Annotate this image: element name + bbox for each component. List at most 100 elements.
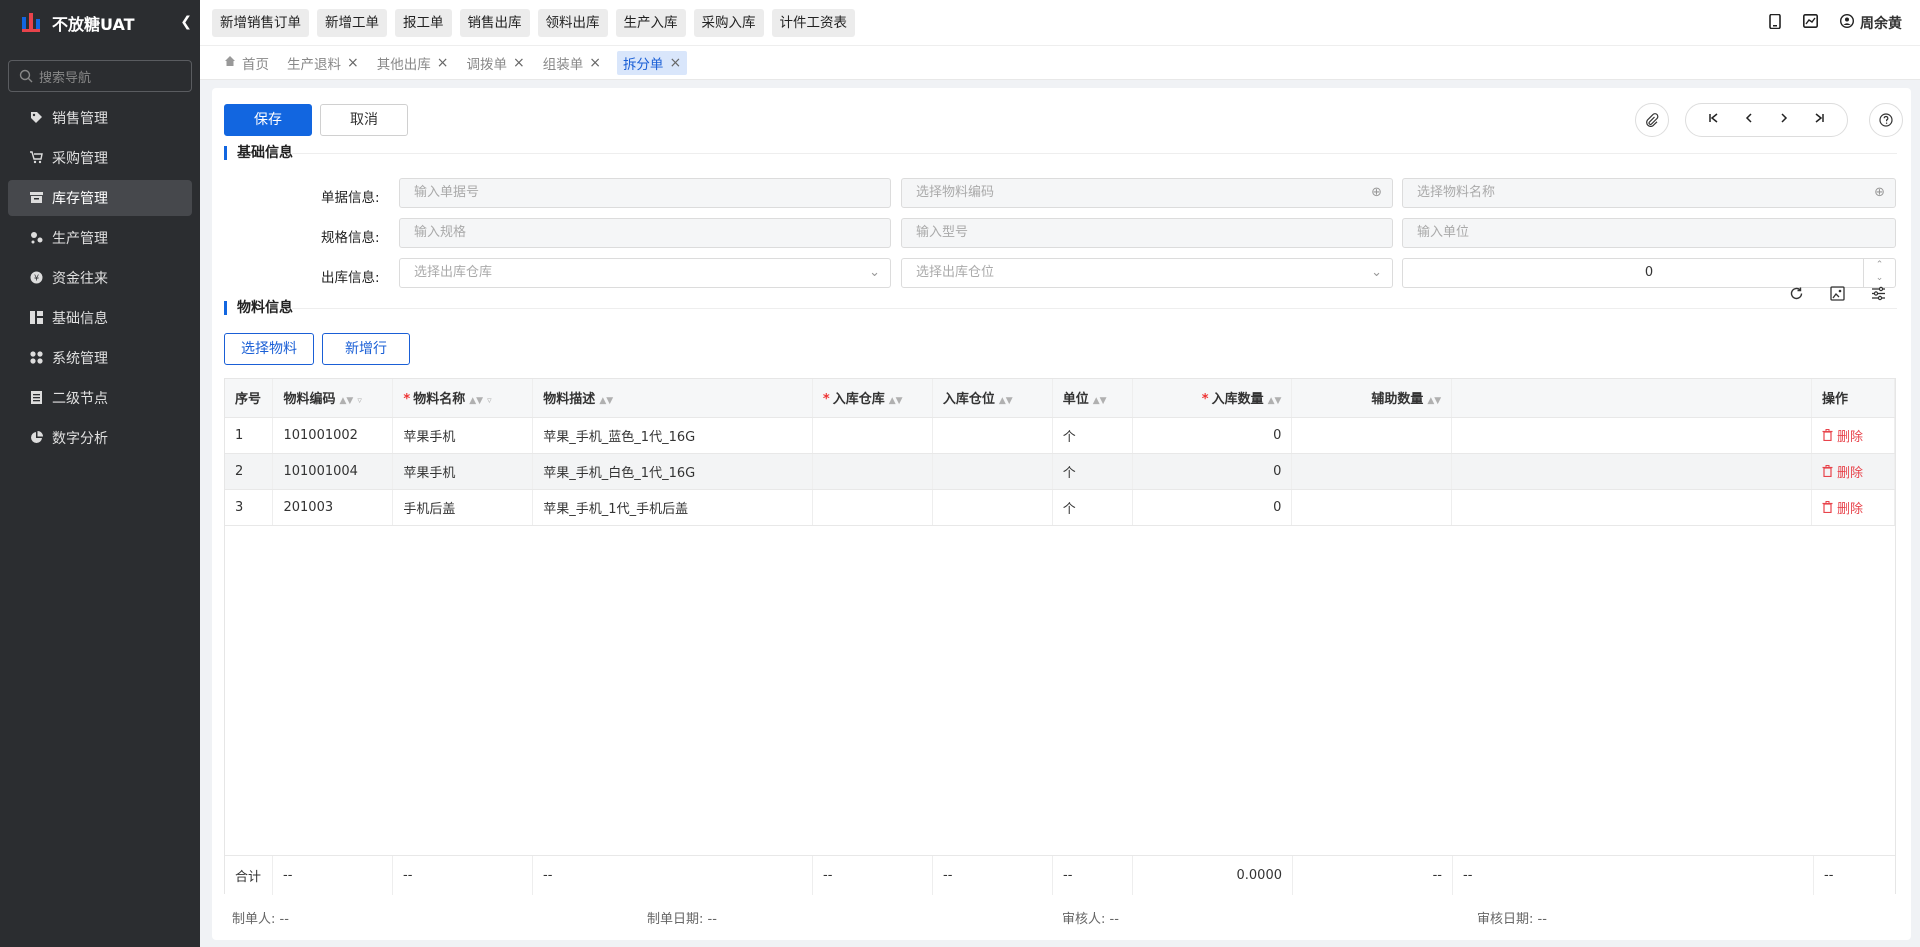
attachment-button[interactable] [1635,103,1669,137]
help-button[interactable] [1869,103,1903,137]
sort-icon[interactable]: ▲▼ [340,396,354,406]
col-unit[interactable]: 单位 ▲▼ [1052,379,1133,418]
nav-search-input[interactable]: 搜索导航 [8,60,192,92]
col-qty[interactable]: * 入库数量 ▲▼ [1132,379,1293,418]
export-image-icon[interactable] [1830,286,1845,305]
tab-label: 组装单 [542,56,584,73]
doc-no-input[interactable]: 输入单据号 [399,178,891,208]
col-name[interactable]: * 物料名称 ▲▼ ▿ [392,379,534,418]
delete-link[interactable]: 删除 [1837,466,1863,481]
tag-icon [30,111,44,125]
quick-link-1[interactable]: 新增工单 [317,8,387,37]
material-name-select[interactable]: 选择物料名称 ⊕ [1402,178,1896,208]
table-row[interactable]: 1 101001002 苹果手机 苹果_手机_蓝色_1代_16G 个 0 删除 [225,417,1896,454]
tab-1[interactable]: 生产退料 × [285,51,361,75]
sidebar-item-7[interactable]: 二级节点 [8,380,192,416]
close-icon[interactable]: × [437,55,449,71]
sort-icon[interactable]: ▲▼ [1427,396,1441,406]
delete-link[interactable]: 删除 [1837,430,1863,445]
col-aux-qty[interactable]: 辅助数量 ▲▼ [1291,379,1453,418]
close-icon[interactable]: × [669,55,681,71]
dashboard-icon[interactable] [1803,14,1818,32]
tab-0[interactable]: 首页 [222,51,271,75]
sort-icon[interactable]: ▲▼ [469,396,483,406]
col-code[interactable]: 物料编码 ▲▼ ▿ [272,379,394,418]
refresh-icon[interactable] [1789,286,1804,305]
outbound-warehouse-select[interactable]: 选择出库仓库 ⌄ [399,258,891,288]
prev-record-icon[interactable] [1743,112,1755,128]
column-settings-icon[interactable] [1871,286,1886,305]
last-record-icon[interactable] [1813,112,1825,128]
tab-2[interactable]: 其他出库 × [375,51,451,75]
collapse-sidebar-icon[interactable]: ❮ [180,14,192,30]
svg-text:¥: ¥ [34,274,39,283]
tab-3[interactable]: 调拨单 × [464,51,526,75]
inventory-icon [30,191,44,205]
user-menu[interactable]: 周余黄 [1839,13,1902,33]
first-record-icon[interactable] [1708,112,1720,128]
sidebar-item-label: 系统管理 [52,351,108,367]
chevron-down-icon: ⌄ [869,265,880,280]
tab-5[interactable]: 拆分单 × [616,50,688,75]
add-row-button[interactable]: 新增行 [322,333,410,365]
material-code-select[interactable]: 选择物料编码 ⊕ [901,178,1393,208]
sidebar-item-0[interactable]: 销售管理 [8,100,192,136]
sidebar-item-4[interactable]: ¥ 资金往来 [8,260,192,296]
main-content: 保存 取消 基础信息 单据信息: 输入单据号 选择物料编码 ⊕ 选择物料名称 ⊕… [212,88,1911,940]
model-input[interactable]: 输入型号 [901,218,1393,248]
quick-link-5[interactable]: 生产入库 [615,8,686,37]
sidebar-item-2[interactable]: 库存管理 [8,180,192,216]
quick-link-3[interactable]: 销售出库 [459,8,530,37]
app-logo[interactable]: 不放糖UAT ❮ [0,0,200,46]
save-button[interactable]: 保存 [224,104,312,136]
sort-icon[interactable]: ▲▼ [889,396,903,406]
sidebar-item-8[interactable]: 数字分析 [8,420,192,456]
unit-input[interactable]: 输入单位 [1402,218,1896,248]
quick-link-6[interactable]: 采购入库 [693,8,764,37]
col-desc[interactable]: 物料描述 ▲▼ [532,379,813,418]
sidebar-item-3[interactable]: 生产管理 [8,220,192,256]
quick-link-7[interactable]: 计件工资表 [771,8,855,37]
list-icon [30,391,44,405]
cancel-button[interactable]: 取消 [320,104,408,136]
quick-link-4[interactable]: 领料出库 [537,8,608,37]
delete-link[interactable]: 删除 [1837,502,1863,517]
sort-icon[interactable]: ▲▼ [599,396,613,406]
sort-icon[interactable]: ▲▼ [1093,396,1107,406]
sidebar-item-5[interactable]: 基础信息 [8,300,192,336]
select-material-button[interactable]: 选择物料 [224,333,314,365]
spec-input[interactable]: 输入规格 [399,218,891,248]
sidebar-item-1[interactable]: 采购管理 [8,140,192,176]
stepper-arrows[interactable]: ⌃ ⌄ [1863,259,1895,287]
sidebar-item-6[interactable]: 系统管理 [8,340,192,376]
close-icon[interactable]: × [513,55,525,71]
col-action: 操作 [1811,379,1896,418]
next-record-icon[interactable] [1778,112,1790,128]
outbound-location-select[interactable]: 选择出库仓位 ⌄ [901,258,1393,288]
cell-action[interactable]: 删除 [1811,489,1896,526]
sort-icon[interactable]: ▲▼ [1268,396,1282,406]
summary-cell: -- [1053,856,1133,895]
spec-info-label: 规格信息: [321,230,380,246]
creator-label: 制单人: -- [232,912,289,927]
close-icon[interactable]: × [347,55,359,71]
close-icon[interactable]: × [589,55,601,71]
tab-label: 其他出库 [376,56,431,73]
tab-4[interactable]: 组装单 × [541,51,603,75]
cell-desc: 苹果_手机_1代_手机后盖 [532,489,813,526]
col-location[interactable]: 入库仓位 ▲▼ [932,379,1053,418]
sort-icon[interactable]: ▲▼ [999,396,1013,406]
table-row[interactable]: 2 101001004 苹果手机 苹果_手机_白色_1代_16G 个 0 删除 [225,453,1896,490]
sidebar-item-label: 二级节点 [52,391,108,407]
col-warehouse[interactable]: * 入库仓库 ▲▼ [812,379,933,418]
mobile-icon[interactable] [1769,13,1781,33]
quick-link-0[interactable]: 新增销售订单 [212,8,309,37]
quantity-stepper[interactable]: 0 ⌃ ⌄ [1402,258,1896,288]
user-name: 周余黄 [1860,16,1902,32]
table-row[interactable]: 3 201003 手机后盖 苹果_手机_1代_手机后盖 个 0 删除 [225,489,1896,526]
quick-link-2[interactable]: 报工单 [395,8,452,37]
cell-action[interactable]: 删除 [1811,453,1896,490]
filter-icon[interactable]: ▿ [487,396,492,406]
cell-action[interactable]: 删除 [1811,417,1896,454]
filter-icon[interactable]: ▿ [357,396,362,406]
